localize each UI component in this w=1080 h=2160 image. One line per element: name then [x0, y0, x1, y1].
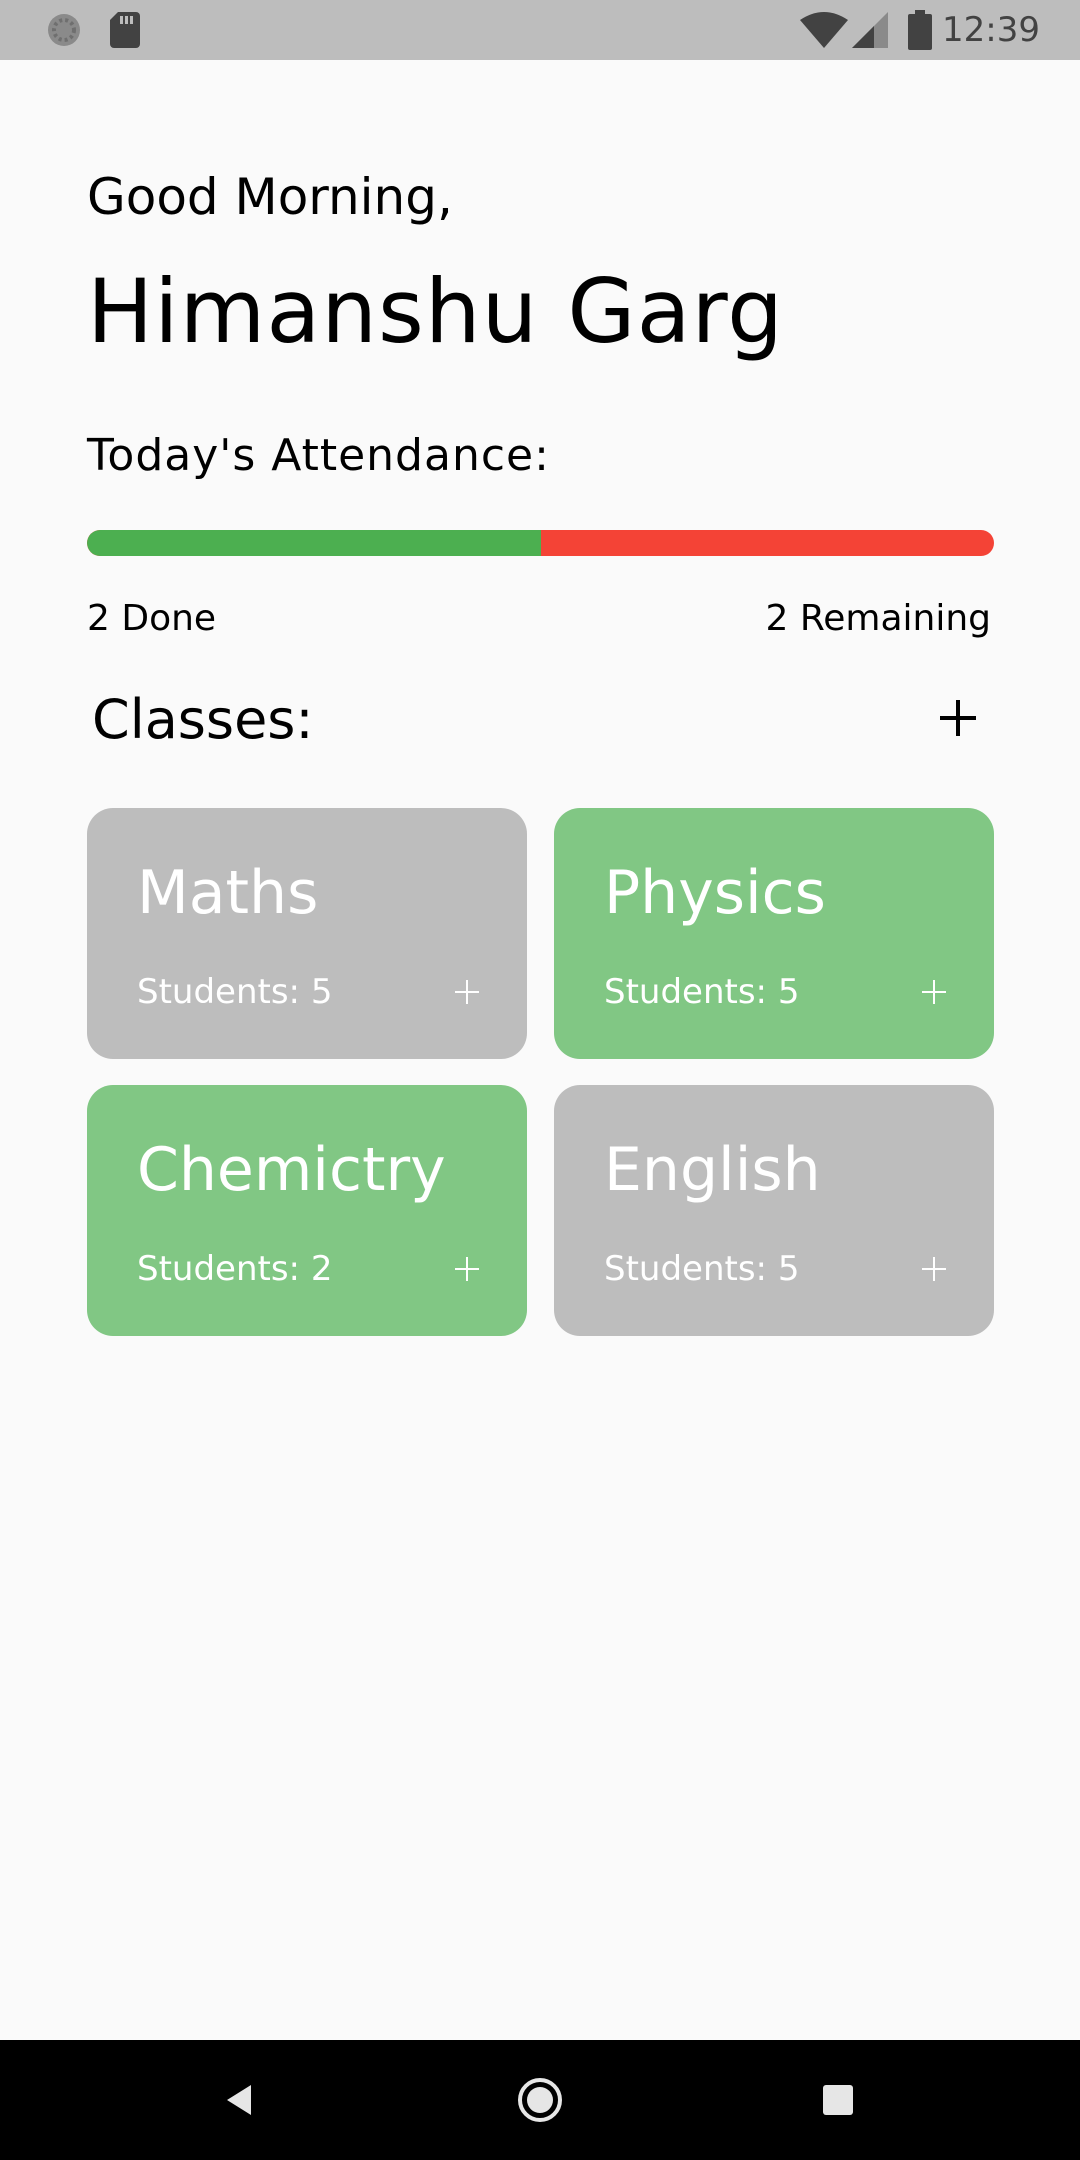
recents-icon	[823, 2085, 853, 2115]
back-icon	[227, 2085, 251, 2115]
class-name: Maths	[137, 858, 319, 928]
attendance-progress-done	[87, 530, 541, 556]
plus-icon	[455, 980, 479, 1004]
class-card-maths[interactable]: Maths Students: 5	[87, 808, 527, 1059]
attendance-done-count: 2 Done	[87, 598, 217, 639]
status-bar: 12:39	[0, 0, 1080, 60]
attendance-label: Today's Attendance:	[87, 430, 550, 481]
home-icon	[518, 2078, 562, 2122]
cell-signal-icon	[852, 12, 888, 52]
greeting: Good Morning,	[87, 168, 453, 226]
classes-heading: Classes:	[92, 688, 314, 751]
attendance-remaining-count: 2 Remaining	[765, 598, 991, 639]
navigation-bar	[0, 2040, 1080, 2160]
add-class-button[interactable]	[928, 688, 988, 748]
class-grid: Maths Students: 5 Physics Students: 5 Ch…	[87, 808, 994, 1336]
battery-icon	[908, 10, 932, 54]
add-student-button[interactable]	[914, 1249, 954, 1289]
add-student-button[interactable]	[914, 972, 954, 1012]
student-count: Students: 5	[137, 972, 333, 1012]
add-student-button[interactable]	[447, 972, 487, 1012]
plus-icon	[922, 980, 946, 1004]
class-card-chemictry[interactable]: Chemictry Students: 2	[87, 1085, 527, 1336]
plus-icon	[940, 700, 976, 736]
recents-button[interactable]	[808, 2070, 868, 2130]
home-button[interactable]	[510, 2070, 570, 2130]
class-card-physics[interactable]: Physics Students: 5	[554, 808, 994, 1059]
student-count: Students: 5	[604, 1249, 800, 1289]
clock: 12:39	[942, 10, 1040, 50]
attendance-progress-bar	[87, 530, 994, 556]
class-name: Chemictry	[137, 1135, 446, 1205]
sd-card-icon	[110, 12, 140, 52]
class-name: Physics	[604, 858, 826, 928]
wifi-icon	[800, 12, 848, 52]
class-card-english[interactable]: English Students: 5	[554, 1085, 994, 1336]
student-count: Students: 2	[137, 1249, 333, 1289]
add-student-button[interactable]	[447, 1249, 487, 1289]
class-name: English	[604, 1135, 821, 1205]
plus-icon	[455, 1257, 479, 1281]
student-count: Students: 5	[604, 972, 800, 1012]
sync-icon	[46, 12, 82, 52]
user-name: Himanshu Garg	[87, 260, 785, 363]
plus-icon	[922, 1257, 946, 1281]
back-button[interactable]	[210, 2070, 270, 2130]
